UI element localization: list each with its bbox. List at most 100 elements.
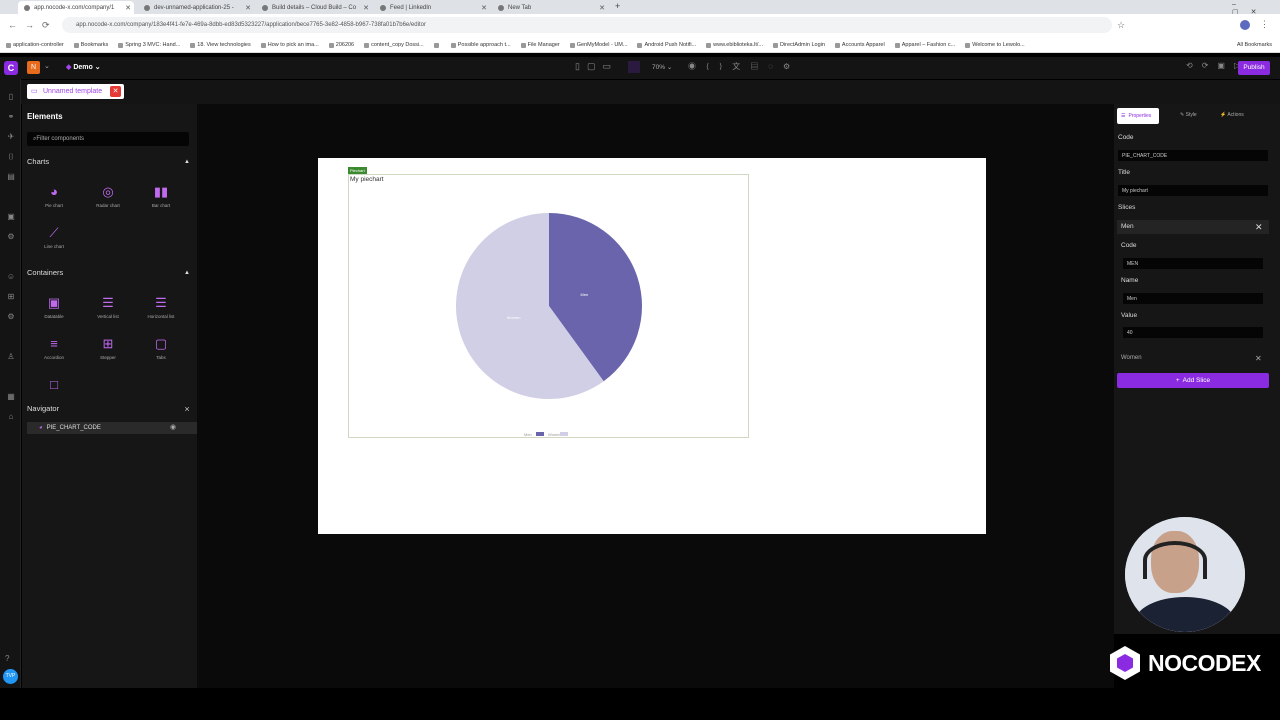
slice-header-label: Men xyxy=(1121,223,1134,230)
device-active-indicator[interactable] xyxy=(628,61,640,73)
close-icon[interactable]: ✕ xyxy=(245,4,251,12)
bookmark-item[interactable]: application-controller xyxy=(6,42,64,48)
close-icon[interactable]: ✕ xyxy=(125,4,131,12)
close-icon[interactable]: ✕ xyxy=(363,4,369,12)
tab-title: Build details – Cloud Build – Co xyxy=(272,4,357,11)
title-field[interactable]: My piechart xyxy=(1118,185,1268,196)
help-icon[interactable]: ? xyxy=(5,654,9,663)
add-slice-button[interactable]: + Add Slice xyxy=(1117,373,1269,388)
bar-chart-component[interactable]: ▮▮ Bar chart xyxy=(136,185,186,209)
close-icon[interactable]: ✕ xyxy=(1255,222,1263,233)
bookmark-item[interactable]: content_copy Dossi... xyxy=(364,42,424,48)
navigator-item[interactable]: ◕ PIE_CHART_CODE ◉ xyxy=(27,422,197,434)
slice-women-header[interactable]: Women ✕ xyxy=(1117,352,1269,366)
radar-chart-component[interactable]: ◎ Radar chart xyxy=(83,185,133,209)
browser-tab-4[interactable]: Feed | LinkedIn ✕ xyxy=(374,1,490,14)
nav-buttons[interactable]: ←→⟳ xyxy=(8,20,58,31)
pie-chart[interactable]: Men Women Men Women xyxy=(318,158,986,534)
tab-style[interactable]: ✎ Style xyxy=(1180,112,1197,118)
nocodex-logo-icon[interactable]: C xyxy=(4,61,18,75)
chevron-up-icon: ▲ xyxy=(184,269,190,276)
browser-tab-3[interactable]: Build details – Cloud Build – Co ✕ xyxy=(256,1,372,14)
bookmark-favicon-icon xyxy=(364,42,370,48)
filter-components-input[interactable]: ⌕ Filter components xyxy=(27,132,189,146)
pie-chart-component[interactable]: ◕ Pie chart xyxy=(29,184,79,209)
publish-button[interactable]: Publish xyxy=(1238,61,1270,75)
elements-title: Elements xyxy=(27,112,63,121)
bookmark-item[interactable]: 18. View technologies xyxy=(190,42,251,48)
all-bookmarks[interactable]: All Bookmarks xyxy=(1237,42,1272,48)
bookmark-label: Android Push Notifi... xyxy=(644,42,697,48)
tab-actions[interactable]: ⚡ Actions xyxy=(1220,112,1244,118)
bookmark-item[interactable]: 206206 xyxy=(328,42,355,48)
bookmark-favicon-icon xyxy=(73,42,79,48)
slices-label: Slices xyxy=(1118,204,1136,211)
bookmark-item[interactable]: Bookmarks xyxy=(73,42,108,48)
stepper-icon: ⊞ xyxy=(102,336,114,351)
eye-icon[interactable]: ◉ xyxy=(170,423,176,431)
datatable-component[interactable]: ▣ Datatable xyxy=(29,296,79,320)
template-tab[interactable]: ▭ Unnamed template ✕ xyxy=(27,84,124,99)
rail-icons[interactable]: ▯ ⚭ ✈ ⌷ ▤ ▣ ⚙ ☺ ⊞ ⚙ ♙ ▦ ⌂ xyxy=(5,87,17,427)
close-icon[interactable]: ✕ xyxy=(481,4,487,12)
bookmark-item[interactable]: Android Push Notifi... xyxy=(637,42,696,48)
bookmark-star-icon[interactable]: ☆ xyxy=(1117,20,1125,31)
new-tab-button[interactable]: + xyxy=(615,1,620,11)
bookmark-item[interactable] xyxy=(433,42,441,48)
bookmark-item[interactable]: How to pick an ima... xyxy=(260,42,319,48)
profile-avatar[interactable] xyxy=(1240,20,1250,30)
bookmark-item[interactable]: Accounts Apparel xyxy=(834,42,885,48)
bookmark-item[interactable]: Welcome to Lewolo... xyxy=(965,42,1025,48)
container-component[interactable]: □ xyxy=(29,378,79,396)
charts-section-header[interactable]: Charts ▲ xyxy=(27,157,190,166)
component-label: Vertical list xyxy=(97,314,119,319)
slice-value-field[interactable]: 40 xyxy=(1123,327,1263,338)
navigator-section-header[interactable]: Navigator ⨯ xyxy=(27,404,190,413)
bookmark-favicon-icon xyxy=(706,42,712,48)
close-icon[interactable]: ✕ xyxy=(1255,354,1262,363)
horizontal-list-component[interactable]: ☰ Horizontal list xyxy=(136,296,186,320)
pie-chart-icon: ◕ xyxy=(50,184,58,199)
kebab-menu-icon[interactable]: ⋮ xyxy=(1260,19,1269,30)
accordion-icon: ≡ xyxy=(50,336,58,351)
workspace-badge[interactable]: N xyxy=(27,61,40,74)
close-icon[interactable]: ✕ xyxy=(599,4,605,12)
tab-properties[interactable]: ☰ Properties xyxy=(1117,108,1159,124)
bookmark-label: DirectAdmin Login xyxy=(779,42,825,48)
slice-code-field[interactable]: MEN xyxy=(1123,258,1263,269)
bookmark-item[interactable]: GenMyModel - UM... xyxy=(569,42,627,48)
bookmark-favicon-icon xyxy=(834,42,840,48)
url-bar[interactable]: app.nocode-x.com/company/183e4f41-fe7e-4… xyxy=(62,17,1112,33)
chevron-down-icon[interactable]: ⌄ xyxy=(44,62,50,70)
line-chart-component[interactable]: ⟋ Line chart xyxy=(29,226,79,250)
bookmark-label: application-controller xyxy=(13,42,64,48)
vertical-list-component[interactable]: ☰ Vertical list xyxy=(83,296,133,320)
bookmark-item[interactable]: File Manager xyxy=(520,42,560,48)
browser-tab-2[interactable]: dev-unnamed-application-25 - ✕ xyxy=(138,1,254,14)
bookmark-item[interactable]: Spring 3 MVC: Hand... xyxy=(118,42,180,48)
accordion-component[interactable]: ≡ Accordion xyxy=(29,336,79,361)
bookmark-item[interactable]: www.ebiblioteka.lt/... xyxy=(706,42,763,48)
stepper-component[interactable]: ⊞ Stepper xyxy=(83,336,133,361)
project-name: Demo xyxy=(73,64,93,71)
tab-label: Actions xyxy=(1227,112,1244,118)
code-field[interactable]: PIE_CHART_CODE xyxy=(1118,150,1268,161)
close-icon[interactable]: ✕ xyxy=(110,86,121,97)
bookmark-item[interactable]: DirectAdmin Login xyxy=(772,42,825,48)
bookmark-item[interactable]: Apparel – Fashion c... xyxy=(894,42,955,48)
tabs-component[interactable]: ▢ Tabs xyxy=(136,337,186,361)
containers-section-header[interactable]: Containers ▲ xyxy=(27,268,190,277)
browser-tab-1[interactable]: app.nocode-x.com/company/1 ✕ xyxy=(18,1,134,14)
bookmark-label: 206206 xyxy=(335,42,355,48)
project-selector[interactable]: ◆ Demo ⌄ xyxy=(66,63,101,71)
browser-tab-5[interactable]: New Tab ✕ xyxy=(492,1,608,14)
device-preview-icons[interactable]: ▯▢▭ xyxy=(575,61,618,72)
editor-tool-icons[interactable]: ◉⟨⟩文▤◌⚙ xyxy=(688,61,800,72)
slice-men-header[interactable]: Men ✕ xyxy=(1117,220,1269,234)
bookmark-favicon-icon xyxy=(433,42,439,48)
zoom-selector[interactable]: 70% ⌄ xyxy=(652,63,672,71)
user-avatar[interactable]: TVP xyxy=(3,669,18,684)
slice-name-field[interactable]: Men xyxy=(1123,293,1263,304)
tab-favicon-icon xyxy=(144,4,150,11)
bookmark-item[interactable]: Possible approach t... xyxy=(450,42,511,48)
